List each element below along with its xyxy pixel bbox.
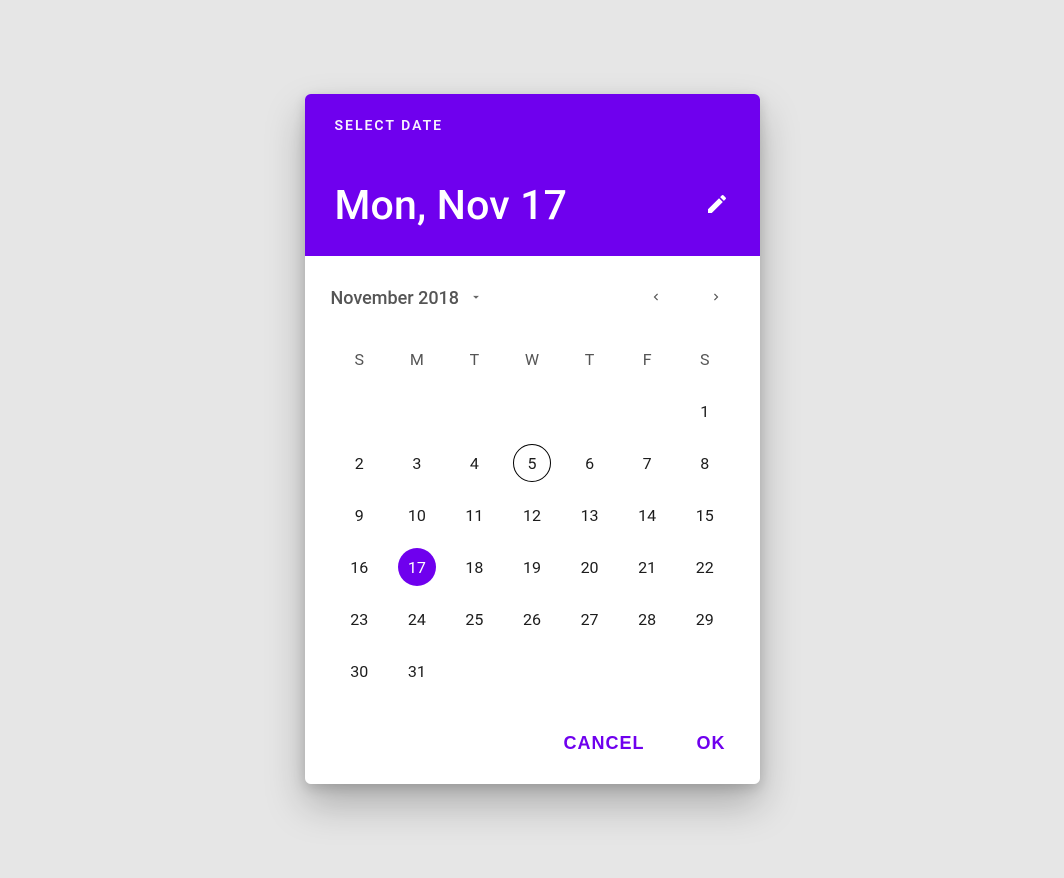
edit-date-button[interactable] bbox=[704, 193, 730, 219]
header-row: Mon, Nov 17 bbox=[335, 182, 730, 230]
day[interactable]: 19 bbox=[513, 548, 551, 586]
day[interactable]: 18 bbox=[455, 548, 493, 586]
day-cell: 22 bbox=[676, 541, 734, 593]
weekday-label: S bbox=[331, 342, 389, 377]
weekday-label: T bbox=[561, 342, 619, 377]
day-cell: 8 bbox=[676, 437, 734, 489]
empty-day-cell bbox=[503, 385, 561, 437]
day[interactable]: 9 bbox=[340, 496, 378, 534]
month-navigation-row: November 2018 bbox=[331, 278, 734, 318]
weekday-label: T bbox=[446, 342, 504, 377]
day-cell: 2 bbox=[331, 437, 389, 489]
day[interactable]: 2 bbox=[340, 444, 378, 482]
day[interactable]: 26 bbox=[513, 600, 551, 638]
month-nav-arrows bbox=[644, 286, 734, 310]
day-today[interactable]: 5 bbox=[513, 444, 551, 482]
day[interactable]: 3 bbox=[398, 444, 436, 482]
day[interactable]: 8 bbox=[686, 444, 724, 482]
day-cell: 23 bbox=[331, 593, 389, 645]
day-cell: 10 bbox=[388, 489, 446, 541]
day[interactable]: 30 bbox=[340, 652, 378, 690]
day-cell: 14 bbox=[618, 489, 676, 541]
chevron-right-icon bbox=[709, 289, 723, 308]
day[interactable]: 1 bbox=[686, 392, 724, 430]
day-cell: 5 bbox=[503, 437, 561, 489]
date-picker-header: SELECT DATE Mon, Nov 17 bbox=[305, 94, 760, 256]
day-cell: 20 bbox=[561, 541, 619, 593]
day-cell: 25 bbox=[446, 593, 504, 645]
day-cell: 6 bbox=[561, 437, 619, 489]
weekday-label: M bbox=[388, 342, 446, 377]
day-cell: 15 bbox=[676, 489, 734, 541]
day-cell: 9 bbox=[331, 489, 389, 541]
day[interactable]: 11 bbox=[455, 496, 493, 534]
day[interactable]: 24 bbox=[398, 600, 436, 638]
day-cell: 27 bbox=[561, 593, 619, 645]
day[interactable]: 12 bbox=[513, 496, 551, 534]
day[interactable]: 29 bbox=[686, 600, 724, 638]
day-cell: 30 bbox=[331, 645, 389, 697]
calendar-grid: 1234567891011121314151617181920212223242… bbox=[331, 385, 734, 697]
previous-month-button[interactable] bbox=[644, 286, 668, 310]
dropdown-icon bbox=[469, 289, 483, 308]
weekday-label: W bbox=[503, 342, 561, 377]
selected-date-display: Mon, Nov 17 bbox=[335, 182, 568, 230]
pencil-icon bbox=[705, 192, 729, 220]
day[interactable]: 6 bbox=[571, 444, 609, 482]
day[interactable]: 27 bbox=[571, 600, 609, 638]
empty-day-cell bbox=[618, 385, 676, 437]
empty-day-cell bbox=[561, 385, 619, 437]
day-cell: 3 bbox=[388, 437, 446, 489]
day[interactable]: 31 bbox=[398, 652, 436, 690]
empty-day-cell bbox=[331, 385, 389, 437]
ok-button[interactable]: OK bbox=[693, 727, 730, 760]
day[interactable]: 25 bbox=[455, 600, 493, 638]
month-year-label: November 2018 bbox=[331, 288, 460, 309]
chevron-left-icon bbox=[649, 289, 663, 308]
day-cell: 28 bbox=[618, 593, 676, 645]
dialog-actions: CANCEL OK bbox=[305, 715, 760, 784]
month-year-select[interactable]: November 2018 bbox=[331, 288, 484, 309]
day[interactable]: 21 bbox=[628, 548, 666, 586]
date-picker-dialog: SELECT DATE Mon, Nov 17 November 2018 bbox=[305, 94, 760, 784]
day-cell: 17 bbox=[388, 541, 446, 593]
next-month-button[interactable] bbox=[704, 286, 728, 310]
day[interactable]: 15 bbox=[686, 496, 724, 534]
header-overline: SELECT DATE bbox=[335, 118, 730, 134]
day[interactable]: 20 bbox=[571, 548, 609, 586]
day-selected[interactable]: 17 bbox=[398, 548, 436, 586]
day[interactable]: 10 bbox=[398, 496, 436, 534]
day-cell: 31 bbox=[388, 645, 446, 697]
weekday-label: S bbox=[676, 342, 734, 377]
day-cell: 19 bbox=[503, 541, 561, 593]
day[interactable]: 14 bbox=[628, 496, 666, 534]
day-cell: 29 bbox=[676, 593, 734, 645]
day[interactable]: 16 bbox=[340, 548, 378, 586]
day[interactable]: 22 bbox=[686, 548, 724, 586]
day-cell: 7 bbox=[618, 437, 676, 489]
day-cell: 26 bbox=[503, 593, 561, 645]
day-cell: 21 bbox=[618, 541, 676, 593]
empty-day-cell bbox=[388, 385, 446, 437]
day-cell: 4 bbox=[446, 437, 504, 489]
cancel-button[interactable]: CANCEL bbox=[560, 727, 649, 760]
weekday-label: F bbox=[618, 342, 676, 377]
day-cell: 11 bbox=[446, 489, 504, 541]
day[interactable]: 13 bbox=[571, 496, 609, 534]
day[interactable]: 4 bbox=[455, 444, 493, 482]
day-cell: 16 bbox=[331, 541, 389, 593]
day-cell: 24 bbox=[388, 593, 446, 645]
day-cell: 18 bbox=[446, 541, 504, 593]
day-cell: 13 bbox=[561, 489, 619, 541]
day[interactable]: 28 bbox=[628, 600, 666, 638]
date-picker-body: November 2018 SMTWTFS 12345678 bbox=[305, 256, 760, 715]
empty-day-cell bbox=[446, 385, 504, 437]
day[interactable]: 7 bbox=[628, 444, 666, 482]
day-cell: 1 bbox=[676, 385, 734, 437]
weekday-header-row: SMTWTFS bbox=[331, 342, 734, 377]
day[interactable]: 23 bbox=[340, 600, 378, 638]
day-cell: 12 bbox=[503, 489, 561, 541]
